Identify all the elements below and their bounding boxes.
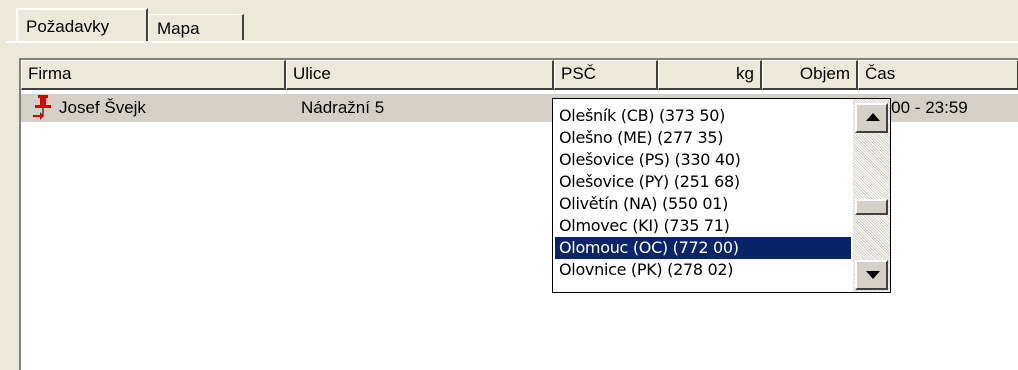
arrow-down-icon xyxy=(866,271,880,279)
tab-mapa-label: Mapa xyxy=(157,19,200,38)
dropdown-item[interactable]: Olešník (CB) (373 50) xyxy=(555,105,851,127)
pushpin-icon xyxy=(33,95,51,120)
column-header-firma[interactable]: Firma xyxy=(21,60,286,90)
dropdown-item[interactable]: Olešovice (PY) (251 68) xyxy=(555,171,851,193)
column-header-psc[interactable]: PSČ xyxy=(554,60,658,90)
dropdown-item-selected[interactable]: Olomouc (OC) (772 00) xyxy=(555,237,851,259)
dropdown-item[interactable]: Olešovice (PS) (330 40) xyxy=(555,149,851,171)
arrow-up-icon xyxy=(866,113,880,121)
column-header-objem[interactable]: Objem xyxy=(762,60,858,90)
scroll-up-button[interactable] xyxy=(855,103,888,133)
tab-divider xyxy=(6,41,1018,43)
dropdown-item[interactable]: Olmovec (KI) (735 71) xyxy=(555,215,851,237)
column-header-ulice-label: Ulice xyxy=(293,64,331,83)
cell-ulice: Nádražní 5 xyxy=(301,98,385,117)
tab-mapa[interactable]: Mapa xyxy=(148,14,244,40)
column-header-psc-label: PSČ xyxy=(561,64,596,83)
scroll-thumb[interactable] xyxy=(855,199,888,215)
column-header-cas-label: Čas xyxy=(865,64,896,83)
dropdown-scrollbar[interactable] xyxy=(853,99,890,292)
column-header-objem-label: Objem xyxy=(799,64,850,83)
column-header-kg[interactable]: kg xyxy=(658,60,762,90)
column-header-ulice[interactable]: Ulice xyxy=(286,60,554,90)
scroll-down-button[interactable] xyxy=(855,260,888,290)
column-header-cas[interactable]: Čas xyxy=(858,60,1018,90)
column-header-firma-label: Firma xyxy=(28,64,72,83)
cell-firma: Josef Švejk xyxy=(59,98,146,117)
column-header-bar: Firma Ulice PSČ kg Objem Čas xyxy=(21,60,1018,90)
dropdown-item[interactable]: Olovnice (PK) (278 02) xyxy=(555,259,851,281)
tab-pozadavky-label: Požadavky xyxy=(26,17,110,36)
column-header-kg-label: kg xyxy=(736,64,754,83)
psc-dropdown-list[interactable]: Olešník (CB) (373 50) Olešno (ME) (277 3… xyxy=(552,98,891,293)
tab-pozadavky[interactable]: Požadavky xyxy=(16,8,148,41)
dropdown-item[interactable]: Olivětín (NA) (550 01) xyxy=(555,193,851,215)
dropdown-item[interactable]: Olešno (ME) (277 35) xyxy=(555,127,851,149)
